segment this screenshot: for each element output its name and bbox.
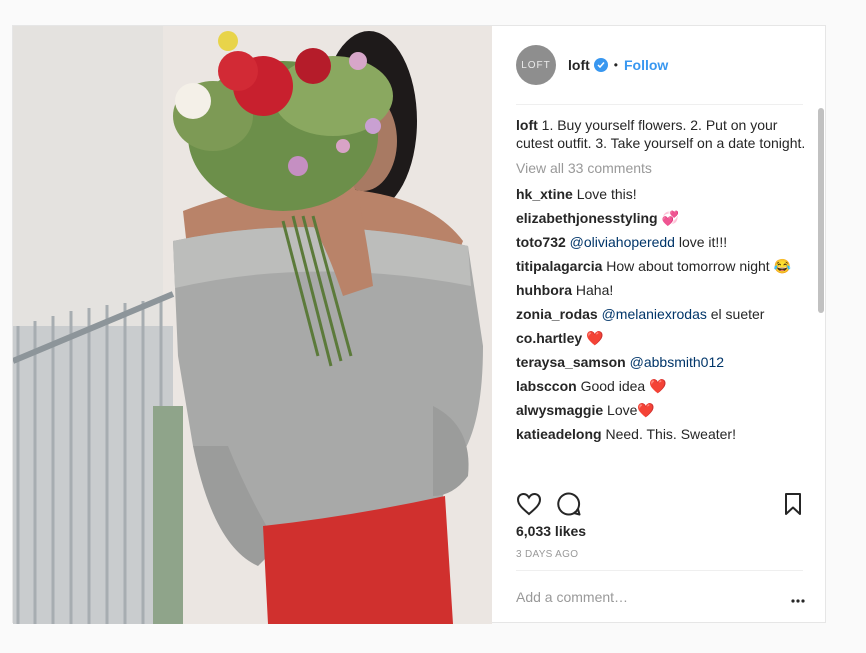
comment-username[interactable]: teraysa_samson [516, 354, 626, 370]
comment-mention[interactable]: @melaniexrodas [598, 306, 707, 322]
comments-list: loft 1. Buy yourself flowers. 2. Put on … [516, 106, 808, 478]
comment-text: Good idea ❤️ [576, 378, 667, 394]
comment-text: Love this! [572, 186, 637, 202]
comment-mention[interactable]: @abbsmith012 [626, 354, 724, 370]
comment: titipalagarcia How about tomorrow night … [516, 257, 808, 275]
photo-illustration [13, 26, 492, 624]
comment-username[interactable]: alwysmaggie [516, 402, 603, 418]
comment-username[interactable]: labsccon [516, 378, 577, 394]
comment-username[interactable]: co.hartley [516, 330, 582, 346]
add-comment-input[interactable] [516, 587, 766, 607]
comments-scrollbar[interactable] [817, 106, 825, 481]
caption-username[interactable]: loft [516, 117, 538, 133]
comment-username[interactable]: katieadelong [516, 426, 602, 442]
avatar[interactable]: LOFT [516, 45, 556, 85]
comment: co.hartley ❤️ [516, 329, 808, 347]
bookmark-icon[interactable] [783, 492, 803, 516]
more-icon[interactable] [791, 590, 805, 608]
comment: katieadelong Need. This. Sweater! [516, 425, 808, 443]
comment-text: ❤️ [582, 330, 604, 346]
comment-text: Haha! [572, 282, 614, 298]
comment-text: 💞 [657, 210, 679, 226]
comment-username[interactable]: titipalagarcia [516, 258, 602, 274]
comment: elizabethjonesstyling 💞 [516, 209, 808, 227]
divider [516, 570, 803, 571]
verified-badge-icon [593, 58, 608, 72]
comment: zonia_rodas @melaniexrodas el sueter [516, 305, 808, 323]
comment: huhbora Haha! [516, 281, 808, 299]
comment-username[interactable]: hk_xtine [516, 186, 573, 202]
comment-text: Love❤️ [603, 402, 655, 418]
caption: loft 1. Buy yourself flowers. 2. Put on … [516, 116, 808, 152]
divider [516, 104, 803, 105]
header-username[interactable]: loft [568, 57, 590, 73]
comment: alwysmaggie Love❤️ [516, 401, 808, 419]
comment-text: How about tomorrow night 😂 [602, 258, 791, 274]
view-all-comments-link[interactable]: View all 33 comments [516, 159, 808, 177]
caption-text: 1. Buy yourself flowers. 2. Put on your … [516, 117, 806, 151]
comment: teraysa_samson @abbsmith012 [516, 353, 808, 371]
likes-count[interactable]: 6,033 likes [516, 523, 586, 539]
comment-username[interactable]: elizabethjonesstyling [516, 210, 658, 226]
post-card: LOFT loft • Follow loft 1. Buy yourself … [12, 25, 827, 624]
comment: toto732 @oliviahoperedd love it!!! [516, 233, 808, 251]
heart-icon[interactable] [516, 492, 542, 516]
comment-text: Need. This. Sweater! [601, 426, 736, 442]
follow-button[interactable]: Follow [624, 57, 668, 73]
header-separator: • [613, 58, 618, 72]
comment-mention[interactable]: @oliviahoperedd [566, 234, 675, 250]
post-photo[interactable] [13, 26, 492, 624]
comment-username[interactable]: huhbora [516, 282, 572, 298]
post-timestamp: 3 DAYS AGO [516, 549, 579, 560]
scrollbar-thumb[interactable] [818, 108, 824, 313]
post-header: LOFT loft • Follow [516, 44, 803, 86]
comment: hk_xtine Love this! [516, 185, 808, 203]
comment-icon[interactable] [556, 491, 582, 517]
comment-username[interactable]: zonia_rodas [516, 306, 598, 322]
comment-text: el sueter [706, 306, 765, 322]
comment-username[interactable]: toto732 [516, 234, 566, 250]
post-sidebar: LOFT loft • Follow loft 1. Buy yourself … [492, 26, 827, 624]
action-bar [516, 492, 803, 516]
comment: labsccon Good idea ❤️ [516, 377, 808, 395]
comment-text: love it!!! [674, 234, 728, 250]
